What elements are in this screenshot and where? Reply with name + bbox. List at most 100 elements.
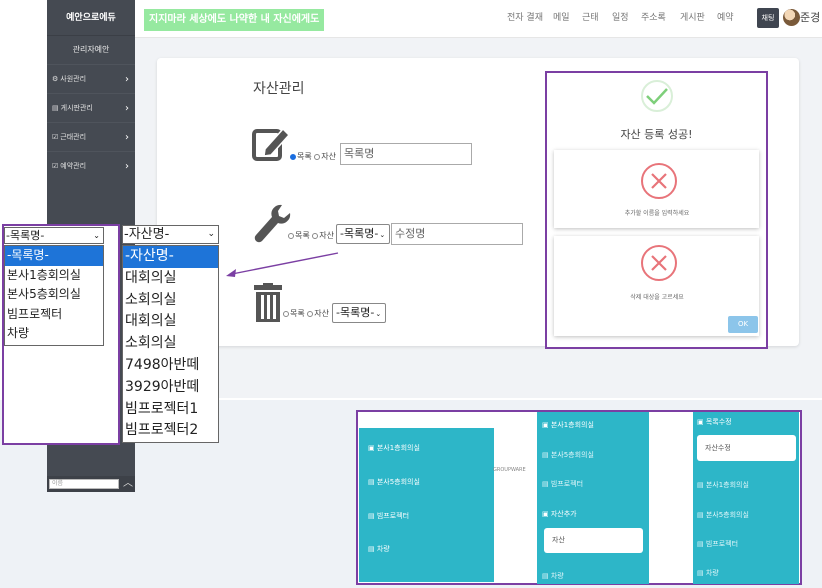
- chevron-right-icon: ›: [125, 103, 129, 114]
- chevron-right-icon: ›: [125, 74, 129, 85]
- sidebar-item-reservation[interactable]: ☑ 예약관리 ›: [47, 151, 135, 180]
- list-item[interactable]: ▤ 빔프로젝터: [368, 511, 409, 521]
- list-item-label: 본사5층회의실: [705, 511, 749, 519]
- list-item-label: 본사5층회의실: [376, 478, 420, 486]
- radio-asset-label: 자산: [314, 309, 330, 318]
- edit-name-input[interactable]: 자산수정: [697, 435, 796, 461]
- list-item[interactable]: ▣ 본사1층회의실: [368, 443, 420, 453]
- nav-schedule[interactable]: 일정: [612, 0, 629, 38]
- list-option[interactable]: 빔프로젝터: [5, 305, 103, 325]
- ok-button[interactable]: OK: [728, 316, 758, 333]
- user-name[interactable]: 준경: [800, 0, 820, 36]
- marquee-banner: 지지마라 세상에도 나약한 내 자신에게도: [144, 9, 325, 31]
- list-item-label: 차량: [376, 545, 390, 553]
- nav-attendance[interactable]: 근태: [582, 0, 599, 38]
- error-x-icon: [641, 245, 677, 281]
- page-title: 자산관리: [253, 81, 305, 97]
- list-option[interactable]: 차량: [5, 324, 103, 344]
- asset-option[interactable]: 7498아반떼: [123, 355, 218, 377]
- sidebar-item-label: 사원관리: [60, 75, 87, 83]
- list-item[interactable]: ▣ 본사1층회의실: [542, 420, 594, 430]
- trash-icon: [254, 283, 282, 322]
- list-item-label: 빔프로젝터: [550, 480, 584, 488]
- sidebar-search-input[interactable]: 이름: [49, 479, 119, 489]
- list-item-label: 본사5층회의실: [550, 451, 594, 459]
- list-item[interactable]: ▤ 본사5층회의실: [697, 510, 749, 520]
- radio-asset[interactable]: [312, 232, 319, 239]
- list-select[interactable]: -목록명- ⌄: [4, 227, 104, 244]
- list-item-label: 차량: [705, 569, 719, 577]
- radio-asset-label: 자산: [319, 231, 335, 240]
- list-name-input[interactable]: 목록명: [340, 143, 472, 165]
- list-item[interactable]: ▤ 빔프로젝터: [697, 539, 738, 549]
- sidebar-item-label: 게시판관리: [60, 104, 93, 112]
- asset-option[interactable]: 대회의실: [123, 311, 218, 333]
- checkbox-icon: ☑: [52, 133, 59, 141]
- chevron-right-icon: ›: [125, 161, 129, 172]
- radio-asset[interactable]: [314, 153, 321, 160]
- chat-button[interactable]: 채팅: [757, 8, 779, 28]
- nav-board[interactable]: 게시판: [680, 0, 705, 38]
- chevron-down-icon: ⌄: [207, 229, 215, 239]
- chevron-down-icon: ⌄: [93, 231, 100, 240]
- sidebar-item-employee[interactable]: ⚙ 사원관리 ›: [47, 64, 135, 93]
- asset-option[interactable]: 소회의실: [123, 290, 218, 312]
- edit-list-label: ▣ 목록수정: [697, 418, 732, 426]
- asset-option[interactable]: 소회의실: [123, 333, 218, 355]
- register-radio-group: 목록 자산: [290, 151, 336, 162]
- section-label: 자산추가: [550, 510, 577, 518]
- top-bar: 지지마라 세상에도 나약한 내 자신에게도 전자 결재 메일 근태 일정 주소록…: [135, 0, 822, 38]
- nav-approval[interactable]: 전자 결재: [507, 0, 543, 38]
- list-item-label: 본사1층회의실: [705, 481, 749, 489]
- asset-option[interactable]: 3929아반떼: [123, 377, 218, 399]
- asset-option[interactable]: 대회의실: [123, 268, 218, 290]
- list-option[interactable]: 본사1층회의실: [5, 266, 103, 286]
- list-item[interactable]: ▤ 차량: [368, 544, 390, 554]
- section-label: 목록수정: [705, 418, 732, 426]
- list-item-label: 빔프로젝터: [705, 540, 739, 548]
- radio-list[interactable]: [288, 232, 294, 239]
- sidebar-item-attendance[interactable]: ☑ 근태관리 ›: [47, 122, 135, 151]
- nav-address-book[interactable]: 주소록: [641, 0, 666, 38]
- annotation-arrow: [226, 252, 339, 277]
- asset-options: -자산명- 대회의실 소회의실 대회의실 소회의실 7498아반떼 3929아반…: [122, 245, 219, 443]
- asset-option[interactable]: 빔프로젝터1: [123, 399, 218, 421]
- wrench-icon: [254, 204, 291, 243]
- list-option[interactable]: 본사5층회의실: [5, 285, 103, 305]
- nav-reservation[interactable]: 예약: [717, 0, 734, 38]
- radio-asset[interactable]: [307, 310, 314, 317]
- error-x-icon: [641, 163, 677, 199]
- chevron-down-icon: ⌄: [375, 310, 382, 318]
- list-item-label: 차량: [550, 572, 564, 580]
- asset-option[interactable]: 빔프로젝터2: [123, 420, 218, 442]
- sidebar-item-board[interactable]: ▤ 게시판관리 ›: [47, 93, 135, 122]
- select-value: -목록명-: [6, 229, 45, 242]
- list-item[interactable]: ▤ 빔프로젝터: [542, 479, 583, 489]
- edit-name-input[interactable]: 수정명: [391, 223, 523, 245]
- list-item[interactable]: ▤ 본사1층회의실: [697, 480, 749, 490]
- sidebar-user: 관리자예안: [72, 45, 110, 54]
- radio-list-label: 목록: [297, 152, 312, 161]
- chevron-up-icon[interactable]: ︿: [123, 476, 133, 491]
- asset-option[interactable]: -자산명-: [123, 246, 218, 268]
- list-item[interactable]: ▤ 차량: [697, 568, 719, 578]
- radio-list[interactable]: [283, 310, 289, 317]
- asset-name-input[interactable]: 자산: [544, 528, 643, 553]
- sidebar-item-label: 근태관리: [60, 133, 87, 141]
- list-item[interactable]: ▤ 본사5층회의실: [368, 477, 420, 487]
- chevron-right-icon: ›: [125, 132, 129, 143]
- list-item-label: 본사1층회의실: [550, 421, 594, 429]
- avatar[interactable]: [783, 9, 800, 26]
- list-item[interactable]: ▤ 본사5층회의실: [542, 450, 594, 460]
- radio-list[interactable]: [290, 153, 296, 160]
- list-item[interactable]: ▤ 차량: [542, 571, 564, 581]
- sidebar-brand[interactable]: 예안으로에듀: [47, 0, 135, 36]
- select-value: -자산명-: [124, 227, 170, 242]
- list-option[interactable]: -목록명-: [5, 246, 103, 266]
- sidebar-footer: 이름 ︿: [47, 476, 135, 492]
- delete-list-select[interactable]: -목록명-⌄: [332, 303, 386, 323]
- asset-select[interactable]: -자산명- ⌄: [122, 225, 219, 244]
- edit-list-select[interactable]: -목록명-⌄: [336, 224, 390, 244]
- nav-mail[interactable]: 메일: [553, 0, 570, 38]
- add-asset-panel: [537, 412, 649, 584]
